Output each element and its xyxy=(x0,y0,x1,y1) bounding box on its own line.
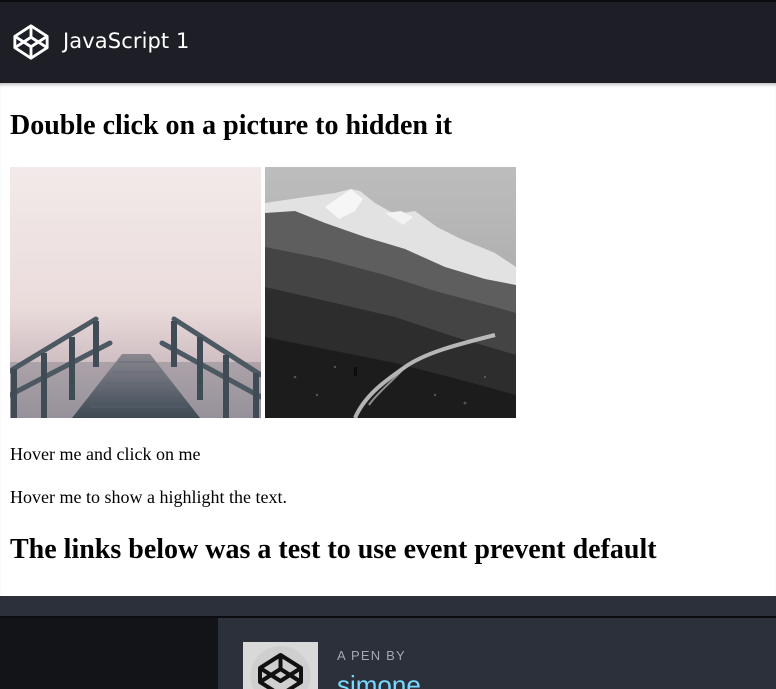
codepen-avatar-icon xyxy=(243,642,318,689)
mountain-picture[interactable] xyxy=(265,167,516,418)
author-avatar[interactable] xyxy=(243,642,318,689)
footer-strip xyxy=(0,596,776,616)
preview-pane: Double click on a picture to hidden it H… xyxy=(0,83,776,596)
hover-click-text[interactable]: Hover me and click on me xyxy=(10,443,200,465)
mountain-image xyxy=(265,167,516,418)
author-link[interactable]: simone xyxy=(337,670,421,689)
links-heading: The links below was a test to use event … xyxy=(10,534,657,565)
header-bar: JavaScript 1 xyxy=(0,0,776,83)
stairs-picture[interactable] xyxy=(10,167,261,418)
pen-title: JavaScript 1 xyxy=(63,29,190,53)
pen-by-label: A PEN BY xyxy=(337,648,406,663)
footer-left-panel xyxy=(0,618,218,689)
page-heading: Double click on a picture to hidden it xyxy=(10,110,453,141)
codepen-logo-icon[interactable] xyxy=(12,23,50,61)
hover-highlight-text[interactable]: Hover me to show a highlight the text. xyxy=(10,486,287,508)
stairs-image xyxy=(10,167,261,418)
